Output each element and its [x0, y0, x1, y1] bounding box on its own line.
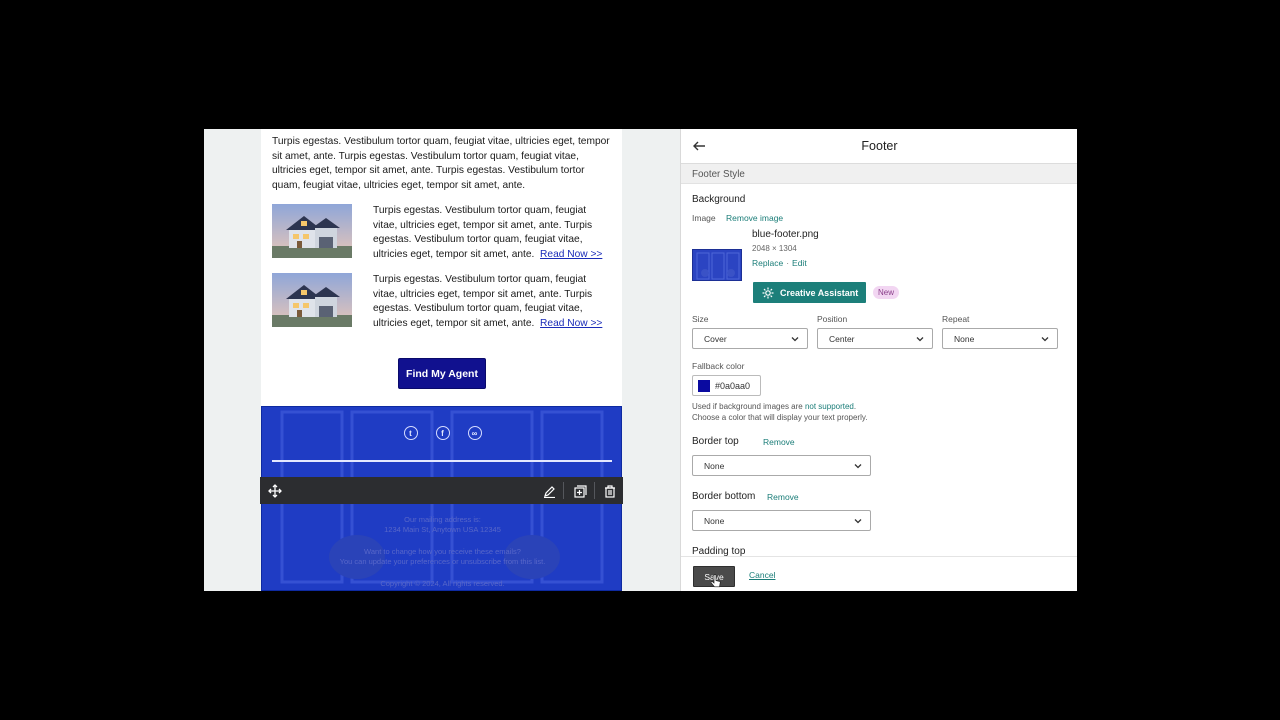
article-item[interactable]: Turpis egestas. Vestibulum tortor quam, …	[272, 204, 617, 260]
edit-icon[interactable]	[539, 481, 559, 501]
article-item[interactable]: Turpis egestas. Vestibulum tortor quam, …	[272, 273, 617, 329]
border-top-select[interactable]: None	[692, 455, 871, 476]
duplicate-icon[interactable]	[570, 481, 590, 501]
footer-divider	[272, 460, 612, 462]
edit-link[interactable]: Edit	[792, 258, 807, 268]
remove-image-link[interactable]: Remove image	[726, 213, 783, 223]
article-text: Turpis egestas. Vestibulum tortor quam, …	[373, 204, 613, 262]
sparkle-icon	[762, 287, 774, 298]
chevron-down-icon	[791, 337, 799, 342]
new-badge: New	[873, 286, 900, 299]
intro-paragraph: Turpis egestas. Vestibulum tortor quam, …	[272, 136, 610, 191]
panel-header: Footer	[681, 129, 1077, 164]
chevron-down-icon	[1041, 337, 1049, 342]
position-select-value: Center	[829, 334, 855, 344]
block-toolbar	[260, 477, 623, 504]
toolbar-divider	[594, 482, 595, 499]
editor-app: Turpis egestas. Vestibulum tortor quam, …	[204, 129, 1077, 591]
facebook-icon[interactable]: f	[435, 426, 450, 440]
background-image-thumbnail[interactable]	[692, 249, 742, 281]
chevron-down-icon	[854, 464, 862, 469]
mouse-cursor-icon	[711, 574, 721, 588]
cancel-button[interactable]: Cancel	[749, 570, 775, 580]
image-label: Image	[692, 213, 716, 223]
fallback-color-field[interactable]: #0a0aa0	[692, 375, 761, 396]
footer-preferences: Want to change how you receive these ema…	[262, 547, 621, 567]
file-actions: Replace · Edit	[752, 258, 807, 268]
chevron-down-icon	[854, 519, 862, 524]
fallback-help-text: Used if background images are not suppor…	[692, 401, 952, 423]
help-text-suffix: .	[853, 402, 857, 411]
replace-link[interactable]: Replace	[752, 258, 783, 268]
position-select[interactable]: Center	[817, 328, 933, 349]
repeat-select-value: None	[954, 334, 975, 344]
file-name: blue-footer.png	[752, 229, 819, 240]
footer-copyright: Copyright © 2024, All rights reserved.	[380, 579, 505, 588]
not-supported-link[interactable]: not supported	[805, 402, 854, 411]
background-label: Background	[692, 194, 746, 205]
chevron-down-icon	[916, 337, 924, 342]
section-header: Footer Style	[681, 164, 1077, 184]
position-label: Position	[817, 314, 848, 324]
file-dimensions: 2048 × 1304	[752, 244, 797, 253]
link-icon[interactable]: ∞	[467, 426, 482, 440]
border-top-label: Border top	[692, 436, 739, 447]
repeat-select[interactable]: None	[942, 328, 1058, 349]
separator-dot: ·	[786, 258, 790, 268]
address-line: Our mailing address is:	[404, 515, 481, 524]
fallback-color-value: #0a0aa0	[715, 381, 751, 391]
help-text-line2: Choose a color that will display your te…	[692, 413, 868, 422]
find-my-agent-button[interactable]: Find My Agent	[398, 358, 486, 389]
border-bottom-remove-link[interactable]: Remove	[767, 492, 799, 502]
size-select-value: Cover	[704, 334, 727, 344]
email-canvas: Turpis egestas. Vestibulum tortor quam, …	[204, 129, 680, 591]
border-bottom-select-value: None	[704, 516, 725, 526]
read-now-link[interactable]: Read Now >>	[540, 249, 602, 260]
move-icon[interactable]	[265, 481, 285, 501]
size-label: Size	[692, 314, 709, 324]
border-bottom-select[interactable]: None	[692, 510, 871, 531]
creative-assistant-label: Creative Assistant	[780, 287, 859, 298]
read-now-link[interactable]: Read Now >>	[540, 318, 602, 329]
border-top-select-value: None	[704, 461, 725, 471]
twitter-icon[interactable]: t	[403, 426, 418, 440]
social-icons-row: t f ∞	[262, 426, 621, 440]
house-image	[272, 204, 352, 258]
preferences-line: You can update your preferences or unsub…	[339, 557, 546, 566]
border-top-remove-link[interactable]: Remove	[763, 437, 795, 447]
house-image	[272, 273, 352, 327]
color-swatch[interactable]	[698, 380, 710, 392]
article-text: Turpis egestas. Vestibulum tortor quam, …	[373, 273, 613, 331]
address-line: 1234 Main St, Anytown USA 12345	[384, 525, 501, 534]
preferences-line: Want to change how you receive these ema…	[364, 547, 521, 556]
panel-footer: Save Cancel	[681, 556, 1077, 591]
footer-address: Our mailing address is: 1234 Main St, An…	[262, 515, 621, 535]
panel-title: Footer	[861, 139, 898, 153]
footer-settings-panel: Footer Footer Style Background Image Rem…	[680, 129, 1077, 591]
size-select[interactable]: Cover	[692, 328, 808, 349]
creative-assistant-button[interactable]: Creative Assistant	[753, 282, 866, 303]
fallback-color-label: Fallback color	[692, 361, 745, 371]
border-bottom-label: Border bottom	[692, 491, 756, 502]
toolbar-divider	[563, 482, 564, 499]
repeat-label: Repeat	[942, 314, 970, 324]
help-text-prefix: Used if background images are	[692, 402, 805, 411]
delete-icon[interactable]	[600, 481, 620, 501]
